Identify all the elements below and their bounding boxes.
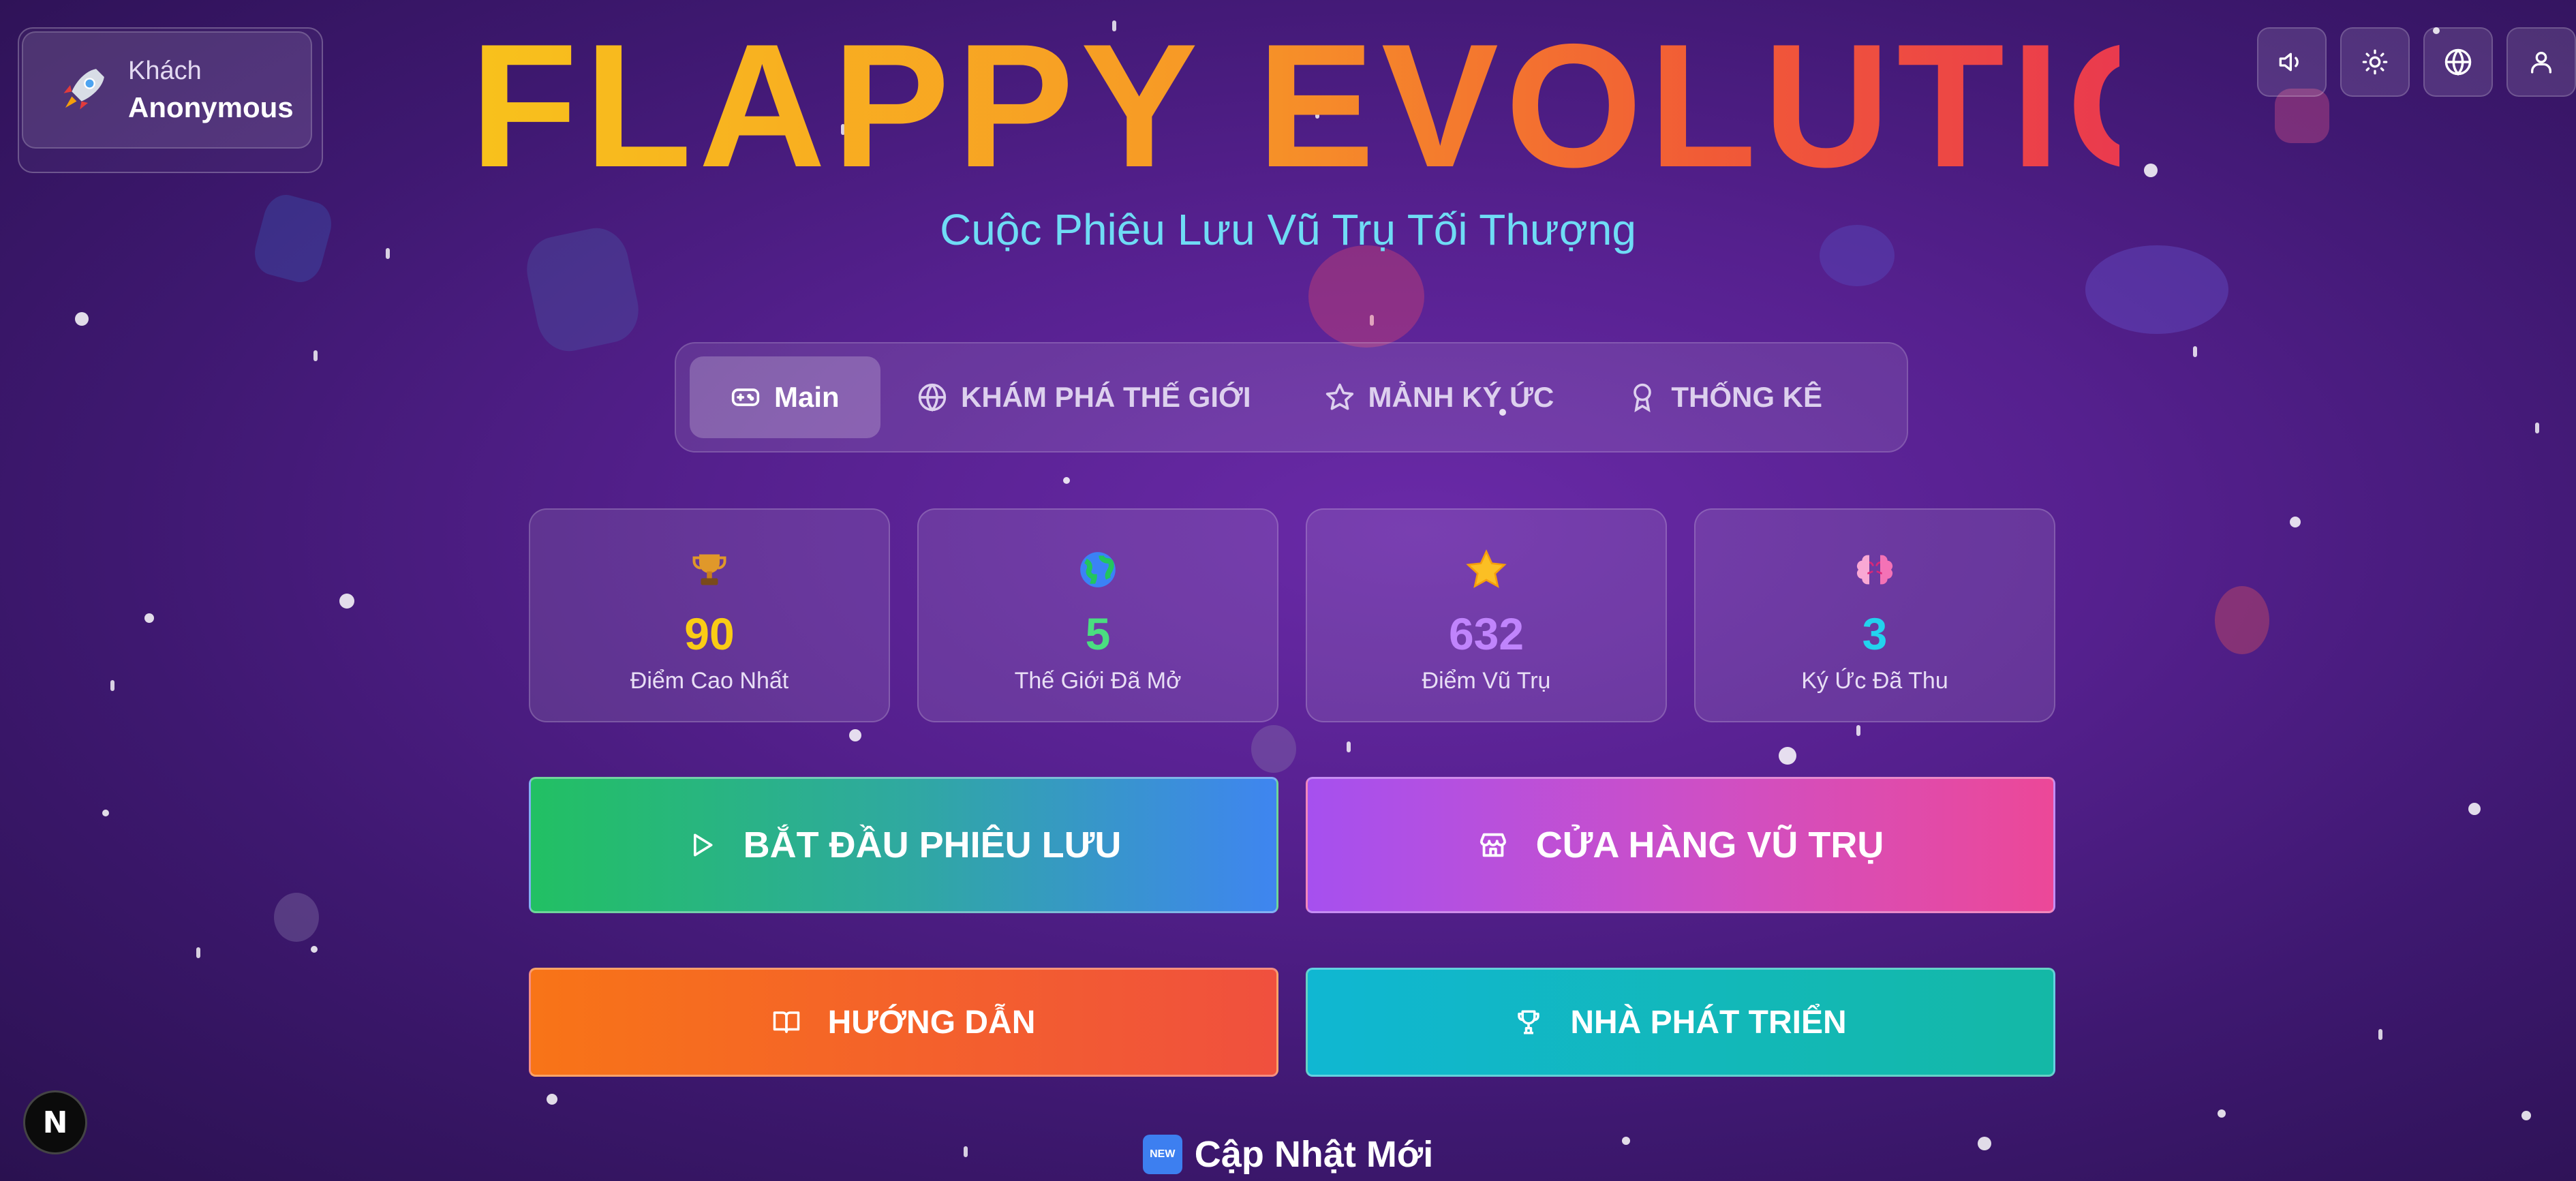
developer-label: NHÀ PHÁT TRIỂN <box>1570 1004 1847 1041</box>
stat-value-memories: 3 <box>1862 609 1888 659</box>
rocket-icon <box>49 56 117 124</box>
game-title: FLAPPY EVOLUTION <box>470 7 2344 204</box>
tab-memory-label: MẢNH KÝ ỨC <box>1368 381 1554 413</box>
developer-button[interactable]: NHÀ PHÁT TRIỂN <box>1306 968 2055 1077</box>
tab-explore-worlds[interactable]: KHÁM PHÁ THẾ GIỚI <box>880 356 1288 438</box>
new-badge-icon: NEW <box>1142 1135 1182 1174</box>
store-icon <box>1479 833 1506 857</box>
stat-value-high-score: 90 <box>684 609 735 659</box>
stat-value-worlds: 5 <box>1085 609 1111 659</box>
tab-memory-fragments[interactable]: MẢNH KÝ ỨC <box>1288 356 1591 438</box>
book-icon <box>773 1011 799 1033</box>
dev-tools-badge[interactable]: N <box>23 1090 87 1154</box>
stat-card-cosmic-points: 632 Điểm Vũ Trụ <box>1306 508 1667 722</box>
brain-icon <box>1850 545 1899 594</box>
user-profile-card[interactable]: Khách Anonymous <box>18 27 323 173</box>
user-profile-inner[interactable]: Khách Anonymous <box>22 31 312 149</box>
stat-card-high-score: 90 Điểm Cao Nhất <box>529 508 890 722</box>
guide-button[interactable]: HƯỚNG DẪN <box>529 968 1278 1077</box>
trophy-outline-icon <box>1518 1010 1540 1034</box>
stat-label-worlds: Thế Giới Đã Mở <box>1014 668 1182 694</box>
award-icon <box>1634 383 1652 412</box>
globe-icon <box>2444 48 2472 76</box>
main-tabs: Main KHÁM PHÁ THẾ GIỚI MẢNH KÝ ỨC THỐNG … <box>675 342 1908 453</box>
stat-label-high-score: Điểm Cao Nhất <box>630 668 789 694</box>
globe-icon <box>918 383 947 412</box>
earth-icon <box>1073 545 1122 594</box>
sun-icon <box>2362 49 2388 75</box>
user-role-label: Khách <box>128 57 202 85</box>
tab-main-label: Main <box>774 381 840 413</box>
gamepad-icon <box>731 388 760 406</box>
tab-explore-label: KHÁM PHÁ THẾ GIỚI <box>961 381 1251 413</box>
language-button[interactable] <box>2423 27 2493 97</box>
start-adventure-button[interactable]: BẮT ĐẦU PHIÊU LƯU <box>529 777 1278 913</box>
star-icon <box>1462 545 1511 594</box>
start-adventure-label: BẮT ĐẦU PHIÊU LƯU <box>743 825 1122 865</box>
account-button[interactable] <box>2506 27 2576 97</box>
stat-label-cosmic-points: Điểm Vũ Trụ <box>1422 668 1551 694</box>
stat-card-worlds-unlocked: 5 Thế Giới Đã Mở <box>917 508 1278 722</box>
stat-value-cosmic-points: 632 <box>1448 609 1524 659</box>
guide-label: HƯỚNG DẪN <box>827 1004 1036 1041</box>
star-icon <box>1325 383 1353 410</box>
cosmic-shop-label: CỬA HÀNG VŨ TRỤ <box>1535 825 1884 865</box>
tab-main[interactable]: Main <box>690 356 880 438</box>
stat-label-memories: Ký Ức Đã Thu <box>1801 668 1948 694</box>
game-subtitle: Cuộc Phiêu Lưu Vũ Trụ Tối Thượng <box>940 205 1636 254</box>
tab-statistics-label: THỐNG KÊ <box>1671 381 1823 413</box>
user-name-label: Anonymous <box>128 91 294 123</box>
play-icon <box>693 833 713 857</box>
updates-heading[interactable]: NEW Cập Nhật Mới <box>0 1128 2576 1181</box>
stat-card-memories: 3 Ký Ức Đã Thu <box>1694 508 2055 722</box>
theme-button[interactable] <box>2340 27 2410 97</box>
stats-row: 90 Điểm Cao Nhất 5 Thế Giới Đã Mở 632 Đi… <box>529 508 2055 722</box>
cosmic-shop-button[interactable]: CỬA HÀNG VŨ TRỤ <box>1306 777 2055 913</box>
tab-statistics[interactable]: THỐNG KÊ <box>1591 356 1859 438</box>
user-icon <box>2531 52 2551 74</box>
trophy-icon <box>685 545 734 594</box>
updates-label: Cập Nhật Mới <box>1194 1134 1434 1175</box>
